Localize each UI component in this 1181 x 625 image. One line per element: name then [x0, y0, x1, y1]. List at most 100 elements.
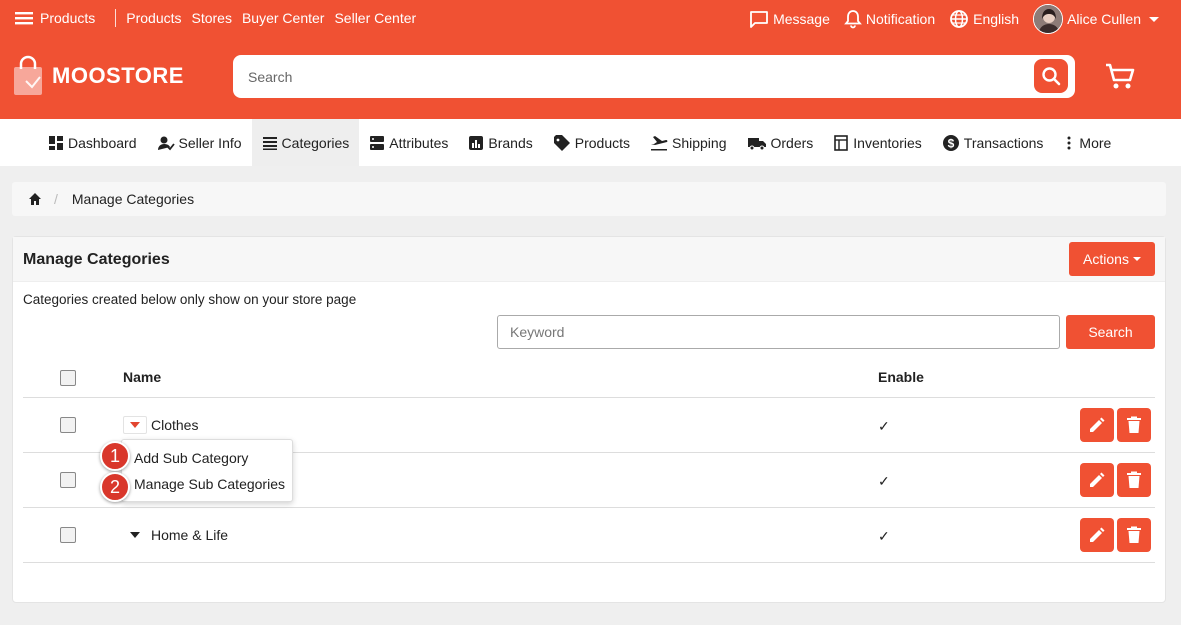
- language-selector[interactable]: English: [949, 9, 1019, 29]
- delete-button[interactable]: [1117, 463, 1151, 497]
- add-sub-category-option[interactable]: Add Sub Category: [134, 450, 248, 466]
- dollar-icon: $: [942, 134, 959, 151]
- page-title: Manage Categories: [23, 251, 170, 268]
- chevron-down-icon: [1149, 16, 1159, 22]
- delete-button[interactable]: [1117, 518, 1151, 552]
- nav-products[interactable]: Products: [543, 119, 640, 166]
- search-bar: [233, 55, 1075, 98]
- expand-toggle[interactable]: [123, 416, 147, 434]
- nav-label: Products: [574, 134, 630, 151]
- menu-icon[interactable]: [14, 8, 34, 28]
- products-menu-link[interactable]: Products: [40, 10, 95, 26]
- nav-orders[interactable]: Orders: [737, 119, 824, 166]
- search-icon: [1042, 67, 1061, 86]
- nav-attributes[interactable]: Attributes: [359, 119, 458, 166]
- message-link[interactable]: Message: [749, 9, 830, 29]
- notification-link[interactable]: Notification: [844, 9, 935, 29]
- edit-button[interactable]: [1080, 408, 1114, 442]
- user-menu[interactable]: Alice Cullen: [1033, 4, 1159, 34]
- nav-inventories[interactable]: Inventories: [823, 119, 931, 166]
- table-row: Home & Life ✓: [23, 508, 1155, 563]
- manage-sub-categories-option[interactable]: Manage Sub Categories: [134, 476, 285, 492]
- category-name-cell: Home & Life: [123, 526, 228, 544]
- language-label: English: [973, 11, 1020, 27]
- nav-label: Shipping: [672, 134, 727, 151]
- truck-icon: [747, 137, 766, 150]
- seller-nav: Dashboard Seller Info Categories Attribu…: [0, 119, 1181, 166]
- seller-center-link[interactable]: Seller Center: [334, 10, 416, 26]
- enabled-check-icon: ✓: [878, 418, 890, 434]
- actions-label: Actions: [1083, 251, 1129, 267]
- column-enable: Enable: [878, 369, 924, 385]
- enabled-check-icon: ✓: [878, 473, 890, 489]
- logo[interactable]: MOOSTORE: [12, 55, 184, 97]
- trash-icon: [1127, 416, 1141, 433]
- user-name: Alice Cullen: [1067, 11, 1141, 27]
- step-badge: 1: [100, 441, 130, 471]
- search-button[interactable]: [1034, 59, 1068, 93]
- cart-button[interactable]: [1104, 62, 1136, 92]
- nav-label: Categories: [281, 134, 350, 151]
- nav-brands[interactable]: Brands: [458, 119, 542, 166]
- keyword-search-button[interactable]: Search: [1066, 315, 1155, 349]
- header: Products Products Stores Buyer Center Se…: [0, 0, 1181, 119]
- keyword-input[interactable]: [497, 315, 1060, 349]
- row-checkbox[interactable]: [60, 527, 76, 543]
- products-link[interactable]: Products: [126, 10, 181, 26]
- home-icon[interactable]: [28, 192, 42, 206]
- buyer-center-link[interactable]: Buyer Center: [242, 10, 324, 26]
- column-name: Name: [123, 369, 162, 385]
- nav-label: Inventories: [853, 134, 922, 151]
- pencil-icon: [1090, 527, 1105, 542]
- nav-label: Seller Info: [178, 134, 242, 151]
- actions-button[interactable]: Actions: [1069, 242, 1155, 276]
- cart-icon: [1106, 63, 1135, 89]
- top-links: Products Products Stores Buyer Center Se…: [14, 8, 426, 28]
- pencil-icon: [1090, 417, 1105, 432]
- caret-down-icon: [130, 422, 140, 428]
- plane-icon: [651, 135, 668, 150]
- caret-down-icon: [1132, 257, 1141, 261]
- nav-more[interactable]: More: [1053, 119, 1121, 166]
- breadcrumb-separator: /: [54, 191, 58, 207]
- nav-label: Dashboard: [68, 134, 137, 151]
- attributes-icon: [370, 135, 385, 150]
- category-name-cell: Clothes: [123, 416, 198, 434]
- trash-icon: [1127, 526, 1141, 543]
- seller-info-icon: [157, 136, 175, 150]
- breadcrumb: / Manage Categories: [12, 182, 1166, 216]
- info-note: Categories created below only show on yo…: [23, 292, 357, 307]
- inventory-icon: [834, 134, 849, 151]
- row-checkbox[interactable]: [60, 472, 76, 488]
- expand-toggle[interactable]: [123, 526, 147, 544]
- category-name: Home & Life: [151, 527, 229, 543]
- top-right-menu: Message Notification English Alice Culle…: [735, 4, 1159, 34]
- nav-categories[interactable]: Categories: [251, 119, 360, 166]
- tag-icon: [553, 134, 570, 151]
- select-all-checkbox[interactable]: [60, 370, 76, 386]
- edit-button[interactable]: [1080, 518, 1114, 552]
- more-vertical-icon: [1067, 136, 1071, 149]
- table-header: Name Enable: [23, 356, 1155, 398]
- avatar: [1033, 4, 1064, 34]
- nav-shipping[interactable]: Shipping: [640, 119, 737, 166]
- divider: [115, 9, 117, 27]
- breadcrumb-current: Manage Categories: [71, 191, 195, 207]
- globe-icon: [950, 10, 969, 28]
- search-input[interactable]: [233, 55, 1013, 98]
- nav-seller-info[interactable]: Seller Info: [147, 119, 252, 166]
- row-checkbox[interactable]: [60, 417, 76, 433]
- edit-button[interactable]: [1080, 463, 1114, 497]
- nav-transactions[interactable]: $ Transactions: [932, 119, 1054, 166]
- panel-header: Manage Categories Actions: [13, 237, 1165, 282]
- category-name: Clothes: [151, 417, 199, 433]
- delete-button[interactable]: [1117, 408, 1151, 442]
- category-options-dropdown: Add Sub Category Manage Sub Categories: [121, 439, 293, 502]
- stores-link[interactable]: Stores: [192, 10, 232, 26]
- nav-label: Attributes: [389, 134, 449, 151]
- message-label: Message: [773, 11, 830, 27]
- enabled-check-icon: ✓: [878, 528, 890, 544]
- message-icon: [750, 11, 768, 28]
- nav-dashboard[interactable]: Dashboard: [38, 119, 147, 166]
- nav-label: More: [1079, 134, 1112, 151]
